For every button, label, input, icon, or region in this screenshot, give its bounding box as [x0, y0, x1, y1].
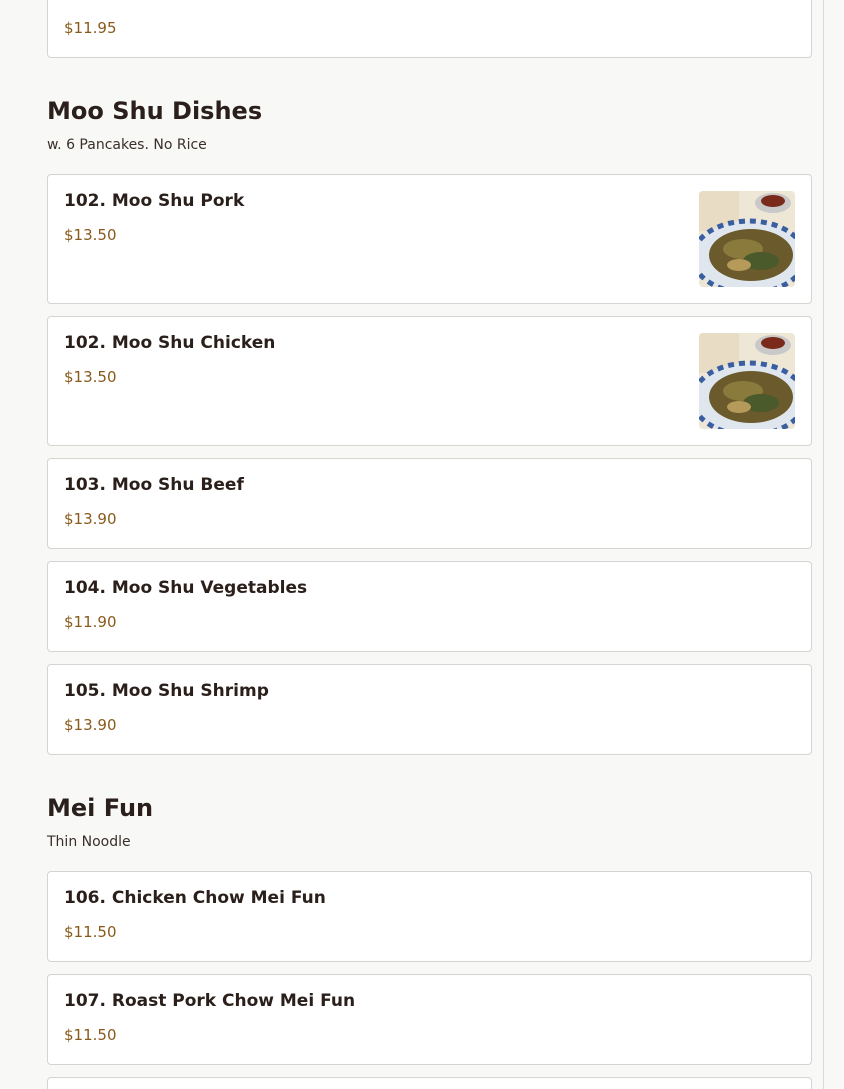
section-description: Thin Noodle [47, 834, 131, 850]
item-price: $11.95 [64, 19, 117, 37]
item-name: 102. Moo Shu Pork [64, 191, 245, 211]
item-price: $11.50 [64, 1026, 117, 1044]
menu-page: $11.95 Moo Shu Dishes w. 6 Pancakes. No … [0, 0, 844, 1089]
item-price: $13.90 [64, 716, 117, 734]
food-photo [699, 333, 795, 429]
menu-item-card[interactable]: 107. Roast Pork Chow Mei Fun $11.50 [47, 974, 812, 1065]
section-title: Moo Shu Dishes [47, 97, 263, 125]
menu-item-card[interactable]: $11.95 [47, 0, 812, 58]
menu-item-card[interactable]: 102. Moo Shu Chicken $13.50 [47, 316, 812, 446]
item-name: 102. Moo Shu Chicken [64, 333, 276, 353]
item-name: 105. Moo Shu Shrimp [64, 681, 269, 701]
menu-item-card[interactable]: 106. Chicken Chow Mei Fun $11.50 [47, 871, 812, 962]
item-price: $11.50 [64, 923, 117, 941]
item-name: 107. Roast Pork Chow Mei Fun [64, 991, 356, 1011]
item-name: 104. Moo Shu Vegetables [64, 578, 308, 598]
item-price: $13.90 [64, 510, 117, 528]
menu-item-card[interactable] [47, 1077, 812, 1089]
menu-item-card[interactable]: 105. Moo Shu Shrimp $13.90 [47, 664, 812, 755]
item-price: $13.50 [64, 368, 117, 386]
section-title: Mei Fun [47, 794, 154, 822]
menu-item-card[interactable]: 102. Moo Shu Pork $13.50 [47, 174, 812, 304]
scroll-divider [823, 0, 824, 1089]
food-photo [699, 191, 795, 287]
menu-item-card[interactable]: 103. Moo Shu Beef $13.90 [47, 458, 812, 549]
item-name: 103. Moo Shu Beef [64, 475, 244, 495]
item-price: $11.90 [64, 613, 117, 631]
item-price: $13.50 [64, 226, 117, 244]
item-name: 106. Chicken Chow Mei Fun [64, 888, 326, 908]
section-description: w. 6 Pancakes. No Rice [47, 137, 207, 153]
menu-item-card[interactable]: 104. Moo Shu Vegetables $11.90 [47, 561, 812, 652]
